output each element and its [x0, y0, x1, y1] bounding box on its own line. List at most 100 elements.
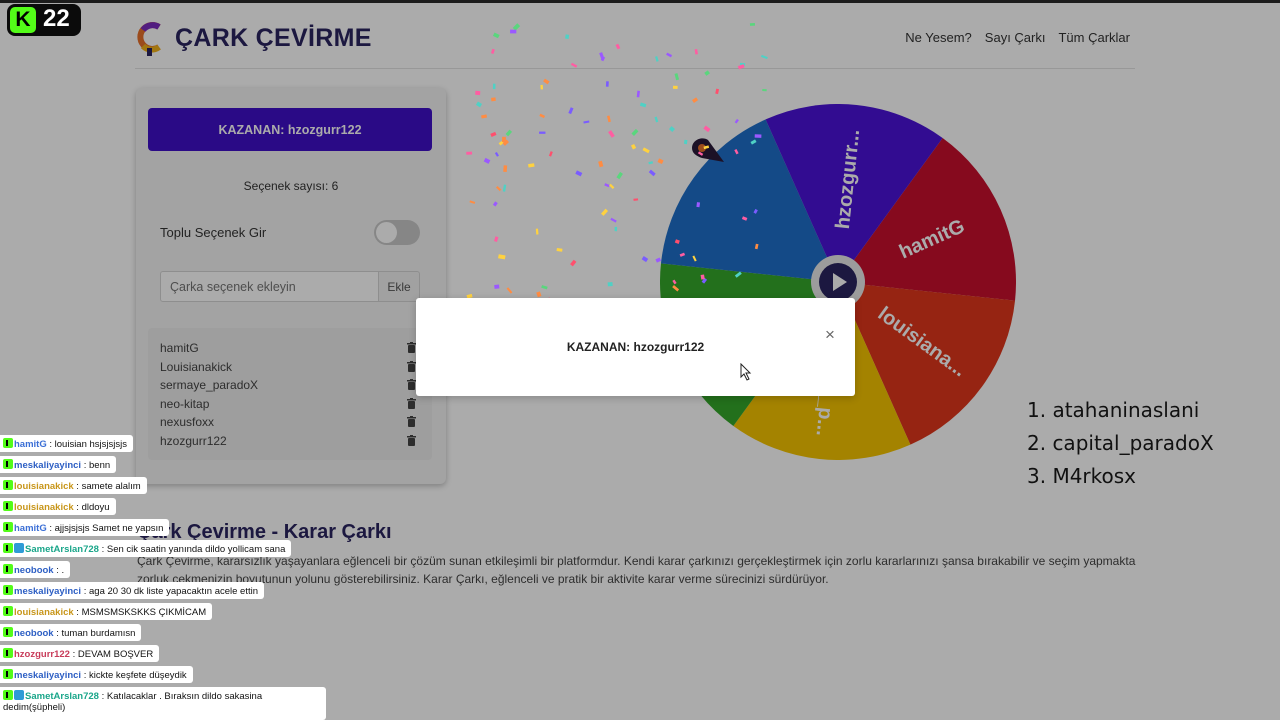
confetti-piece — [548, 151, 553, 157]
confetti-piece — [539, 113, 546, 119]
confetti-piece — [599, 52, 605, 60]
confetti-piece — [503, 165, 508, 172]
confetti-piece — [506, 287, 513, 294]
chat-text: : benn — [81, 460, 111, 471]
close-icon[interactable]: × — [825, 325, 835, 345]
chat-message: neobook : . — [0, 561, 71, 578]
kick-badge-icon — [3, 438, 13, 448]
confetti-piece — [556, 247, 563, 252]
confetti-piece — [655, 257, 662, 263]
confetti-piece — [641, 256, 649, 263]
chat-message: meskaliyayinci : kickte keşfete düşeydik — [0, 666, 193, 683]
kick-badge-icon — [3, 606, 13, 616]
chat-text: : kickte keşfete düşeydik — [81, 670, 187, 681]
chat-username[interactable]: SametArslan728 — [25, 691, 99, 702]
mouse-cursor-icon — [740, 363, 752, 381]
chat-text: : tuman burdamısn — [53, 628, 136, 639]
confetti-piece — [655, 56, 659, 62]
confetti-piece — [672, 285, 680, 292]
chat-username[interactable]: louisianakick — [14, 481, 74, 492]
kick-badge-icon — [3, 501, 13, 511]
ranking-item: 3. M4rkosx — [1027, 464, 1137, 488]
chat-username[interactable]: meskaliyayinci — [14, 586, 81, 597]
confetti-piece — [604, 183, 610, 188]
confetti-piece — [697, 151, 704, 156]
confetti-piece — [492, 201, 498, 207]
confetti-piece — [749, 23, 755, 26]
confetti-piece — [734, 118, 739, 124]
chat-message: meskaliyayinci : benn — [0, 456, 117, 473]
confetti-piece — [692, 97, 699, 103]
chat-text: : Sen cik saatin yanında dildo yollicam … — [98, 544, 286, 555]
confetti-piece — [543, 78, 550, 85]
chat-text: : louisian hsjsjsjsjs — [46, 439, 127, 450]
confetti-piece — [607, 282, 613, 287]
confetti-piece — [741, 216, 748, 221]
confetti-piece — [605, 81, 609, 87]
chat-username[interactable]: neobook — [14, 565, 54, 576]
chat-message: neobook : tuman burdamısn — [0, 624, 142, 641]
confetti-piece — [672, 85, 678, 89]
confetti-piece — [475, 101, 483, 108]
confetti-piece — [657, 158, 664, 165]
confetti-piece — [568, 107, 574, 115]
chat-message: louisianakick : MSMSMSKSKKS ÇIKMİCAM — [0, 603, 213, 620]
chat-text: : MSMSMSKSKKS ÇIKMİCAM — [73, 607, 207, 618]
confetti-piece — [630, 143, 637, 150]
chat-message: louisianakick : samete alalım — [0, 477, 147, 494]
chat-username[interactable]: hamitG — [14, 439, 47, 450]
kick-logo-icon: K — [10, 7, 36, 33]
confetti-piece — [666, 52, 673, 58]
confetti-piece — [648, 161, 654, 165]
chat-message: meskaliyayinci : aga 20 30 dk liste yapa… — [0, 582, 264, 599]
chat-username[interactable]: louisianakick — [14, 502, 74, 513]
kick-badge-icon — [3, 564, 13, 574]
chat-message: hamitG : louisian hsjsjsjsjs — [0, 435, 133, 452]
confetti-piece — [609, 183, 615, 189]
chat-username[interactable]: hamitG — [14, 523, 47, 534]
confetti-piece — [469, 200, 476, 204]
kick-badge-icon — [3, 543, 13, 553]
confetti-piece — [703, 145, 710, 150]
confetti-piece — [481, 114, 488, 119]
chat-username[interactable]: neobook — [14, 628, 54, 639]
ranking-item: 2. capital_paradoX — [1027, 431, 1214, 455]
confetti-piece — [614, 226, 618, 232]
chat-username[interactable]: SametArslan728 — [25, 544, 99, 555]
chat-text: : . — [53, 565, 65, 576]
kick-badge-icon — [3, 459, 13, 469]
chat-username[interactable]: meskaliyayinci — [14, 670, 81, 681]
confetti-piece — [536, 291, 542, 298]
chat-message: louisianakick : dldoyu — [0, 498, 116, 515]
confetti-piece — [528, 163, 535, 168]
confetti-piece — [694, 49, 698, 55]
confetti-piece — [672, 279, 677, 285]
confetti-piece — [703, 125, 711, 133]
confetti-piece — [683, 139, 688, 145]
chat-text: : ajjsjsjsjs Samet ne yapsın — [46, 523, 164, 534]
confetti-piece — [512, 23, 521, 31]
confetti-piece — [633, 198, 639, 201]
confetti-piece — [734, 271, 742, 278]
confetti-piece — [466, 151, 473, 155]
confetti-piece — [540, 84, 543, 90]
confetti-piece — [639, 102, 647, 108]
confetti-piece — [610, 217, 617, 223]
kick-badge-icon — [3, 627, 13, 637]
chat-text: : samete alalım — [73, 481, 141, 492]
confetti-piece — [565, 34, 570, 40]
chat-username[interactable]: hzozgurr122 — [14, 649, 70, 660]
chat-username[interactable]: louisianakick — [14, 607, 74, 618]
modal-winner-text: KAZANAN: hzozgurr122 — [566, 340, 705, 354]
confetti-piece — [616, 171, 623, 180]
confetti-piece — [490, 48, 495, 54]
confetti-piece — [696, 202, 701, 208]
chat-username[interactable]: meskaliyayinci — [14, 460, 81, 471]
ranking-overlay: 1. atahaninaslani 2. capital_paradoX 3. … — [1027, 394, 1214, 493]
confetti-piece — [704, 70, 710, 76]
confetti-piece — [636, 90, 640, 98]
chat-text: : DEVAM BOŞVER — [69, 649, 154, 660]
confetti-piece — [761, 54, 768, 60]
confetti-piece — [475, 90, 481, 96]
confetti-piece — [692, 255, 697, 262]
